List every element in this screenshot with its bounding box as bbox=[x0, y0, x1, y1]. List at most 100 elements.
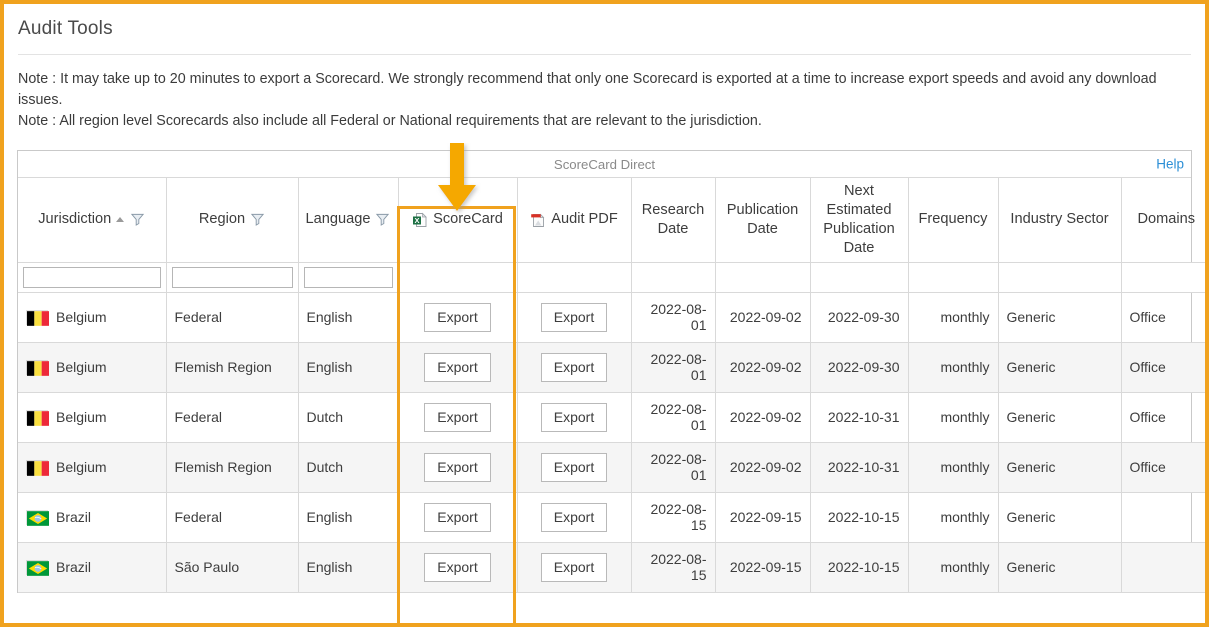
cell-region: São Paulo bbox=[166, 542, 299, 593]
cell-jurisdiction: Belgium bbox=[18, 392, 167, 443]
scorecard-export-button[interactable]: Export bbox=[424, 452, 491, 482]
cell-publication-date: 2022-09-02 bbox=[715, 292, 811, 343]
column-header-industry-sector[interactable]: Industry Sector bbox=[998, 178, 1122, 263]
cell-scorecard: Export bbox=[398, 392, 518, 443]
page-title: Audit Tools bbox=[18, 18, 113, 39]
column-header-publication-date[interactable]: Publication Date bbox=[715, 178, 811, 263]
cell-next-estimated-publication-date: 2022-10-15 bbox=[810, 542, 909, 593]
cell-language: English bbox=[298, 542, 399, 593]
column-label-publication-date: Publication Date bbox=[726, 201, 799, 237]
belgium-flag bbox=[26, 459, 49, 476]
cell-region: Federal bbox=[166, 292, 299, 343]
cell-publication-date: 2022-09-15 bbox=[715, 542, 811, 593]
filter-cell-industry-sector bbox=[998, 262, 1122, 293]
scorecard-grid: ScoreCard Direct Help Jurisdiction Regio… bbox=[17, 150, 1205, 593]
cell-industry-sector: Generic bbox=[998, 492, 1122, 543]
column-label-scorecard: ScoreCard bbox=[433, 211, 503, 228]
column-label-frequency: Frequency bbox=[918, 211, 988, 228]
scorecard-export-button[interactable]: Export bbox=[424, 402, 491, 432]
jurisdiction-label: Belgium bbox=[56, 309, 107, 325]
audit-pdf-export-button[interactable]: Export bbox=[540, 452, 608, 482]
column-header-scorecard[interactable]: X ScoreCard bbox=[398, 178, 518, 263]
column-label-next-estimated-publication-date: Next Estimated Publication Date bbox=[823, 182, 895, 256]
column-header-region[interactable]: Region bbox=[166, 178, 299, 263]
audit-pdf-export-button[interactable]: Export bbox=[540, 402, 608, 432]
cell-domains: Office bbox=[1121, 342, 1205, 393]
cell-domains: Office bbox=[1121, 292, 1205, 343]
cell-jurisdiction: Brazil bbox=[18, 542, 167, 593]
table-row: Belgium Federal Dutch Export Export 2022-08-0… bbox=[18, 392, 1205, 443]
column-header-next-estimated-publication-date[interactable]: Next Estimated Publication Date bbox=[810, 178, 909, 263]
cell-audit-pdf: Export bbox=[517, 542, 632, 593]
filter-funnel-icon[interactable] bbox=[130, 212, 145, 227]
cell-research-date: 2022-08-01 bbox=[631, 342, 716, 393]
table-head: Jurisdiction Region Language X ScoreCard… bbox=[18, 178, 1205, 293]
cell-scorecard: Export bbox=[398, 342, 518, 393]
column-label-research-date: Research Date bbox=[641, 201, 705, 237]
filter-funnel-icon[interactable] bbox=[250, 212, 265, 227]
svg-text:X: X bbox=[415, 216, 420, 225]
filter-input-jurisdiction[interactable] bbox=[23, 266, 161, 288]
cell-publication-date: 2022-09-15 bbox=[715, 492, 811, 543]
cell-domains: Office bbox=[1121, 392, 1205, 443]
filter-cell-next-estimated-publication-date bbox=[810, 262, 909, 293]
cell-language: Dutch bbox=[298, 392, 399, 443]
audit-pdf-export-button[interactable]: Export bbox=[540, 352, 608, 382]
filter-cell-publication-date bbox=[715, 262, 811, 293]
column-header-research-date[interactable]: Research Date bbox=[631, 178, 716, 263]
scorecard-export-button[interactable]: Export bbox=[424, 302, 491, 332]
filter-cell-frequency bbox=[908, 262, 999, 293]
filter-input-region[interactable] bbox=[171, 266, 293, 288]
sort-ascending-icon bbox=[116, 217, 125, 223]
cell-frequency: monthly bbox=[908, 542, 999, 593]
filter-cell-domains bbox=[1121, 262, 1205, 293]
notes-block: Note : It may take up to 20 minutes to e… bbox=[4, 55, 1205, 132]
cell-region: Flemish Region bbox=[166, 342, 299, 393]
cell-audit-pdf: Export bbox=[517, 292, 632, 343]
belgium-flag bbox=[26, 309, 49, 326]
filter-funnel-icon[interactable] bbox=[375, 212, 390, 227]
filter-cell-research-date bbox=[631, 262, 716, 293]
cell-frequency: monthly bbox=[908, 392, 999, 443]
cell-next-estimated-publication-date: 2022-10-31 bbox=[810, 442, 909, 493]
cell-research-date: 2022-08-01 bbox=[631, 442, 716, 493]
audit-pdf-export-button[interactable]: Export bbox=[540, 552, 608, 582]
scorecard-export-button[interactable]: Export bbox=[424, 502, 491, 532]
cell-industry-sector: Generic bbox=[998, 342, 1122, 393]
jurisdiction-label: Belgium bbox=[56, 459, 107, 475]
filter-input-language[interactable] bbox=[303, 266, 393, 288]
column-header-frequency[interactable]: Frequency bbox=[908, 178, 999, 263]
note-line-2: Note : All region level Scorecards also … bbox=[18, 113, 762, 129]
cell-jurisdiction: Brazil bbox=[18, 492, 167, 543]
column-header-domains[interactable]: Domains bbox=[1121, 178, 1205, 263]
page-header: Audit Tools bbox=[4, 4, 1205, 55]
jurisdiction-label: Belgium bbox=[56, 359, 107, 375]
filter-row bbox=[18, 262, 1205, 293]
cell-audit-pdf: Export bbox=[517, 492, 632, 543]
column-header-jurisdiction[interactable]: Jurisdiction bbox=[18, 178, 167, 263]
audit-pdf-export-button[interactable]: Export bbox=[540, 502, 608, 532]
help-link[interactable]: Help bbox=[1156, 157, 1184, 172]
scorecard-export-button[interactable]: Export bbox=[424, 552, 491, 582]
column-header-language[interactable]: Language bbox=[298, 178, 399, 263]
cell-language: Dutch bbox=[298, 442, 399, 493]
column-label-region: Region bbox=[198, 211, 246, 228]
table-row: Belgium Federal English Export Export 2022-08… bbox=[18, 292, 1205, 343]
column-label-jurisdiction: Jurisdiction bbox=[38, 211, 112, 228]
column-header-audit-pdf[interactable]: Audit PDF bbox=[517, 178, 632, 263]
cell-domains bbox=[1121, 542, 1205, 593]
audit-pdf-export-button[interactable]: Export bbox=[540, 302, 608, 332]
excel-icon: X bbox=[412, 212, 428, 228]
cell-audit-pdf: Export bbox=[517, 342, 632, 393]
column-label-domains: Domains bbox=[1137, 211, 1196, 228]
cell-scorecard: Export bbox=[398, 542, 518, 593]
cell-domains bbox=[1121, 492, 1205, 543]
scorecard-export-button[interactable]: Export bbox=[424, 352, 491, 382]
cell-industry-sector: Generic bbox=[998, 292, 1122, 343]
grid-toolbar-title: ScoreCard Direct bbox=[553, 156, 656, 172]
cell-next-estimated-publication-date: 2022-09-30 bbox=[810, 292, 909, 343]
cell-industry-sector: Generic bbox=[998, 392, 1122, 443]
cell-language: English bbox=[298, 292, 399, 343]
brazil-flag bbox=[26, 559, 49, 576]
cell-language: English bbox=[298, 342, 399, 393]
